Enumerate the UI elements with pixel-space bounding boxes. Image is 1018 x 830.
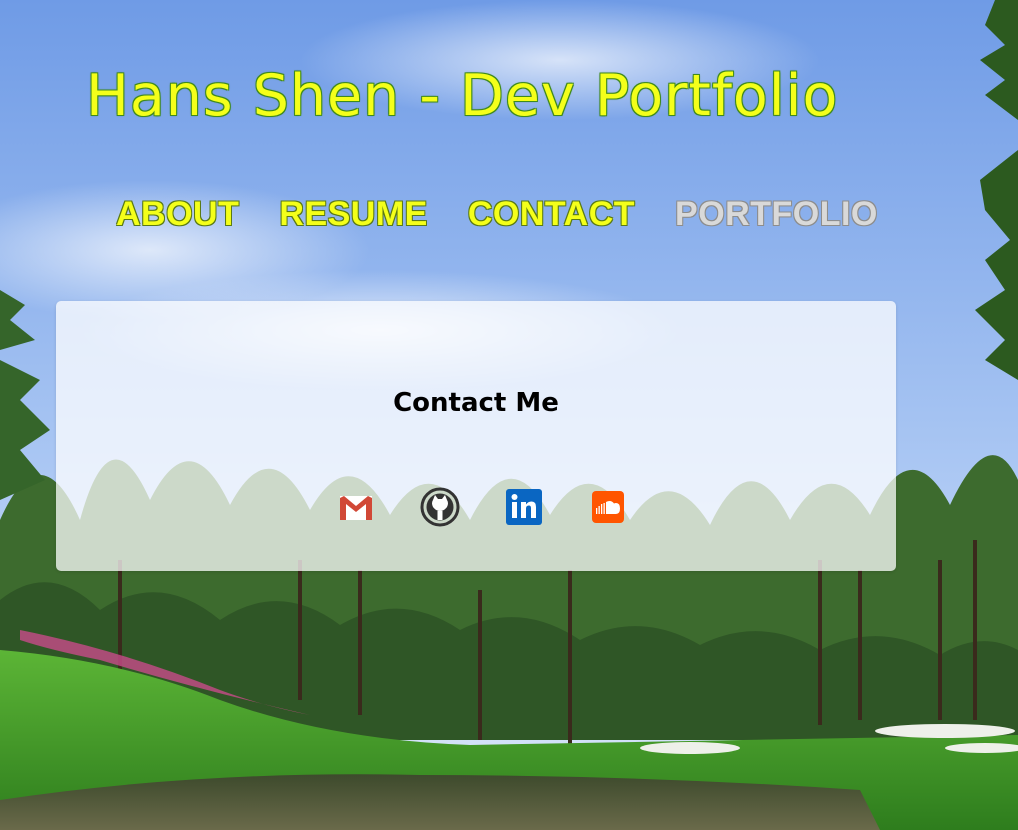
github-icon	[420, 487, 460, 527]
contact-card: Contact Me	[56, 301, 896, 571]
linkedin-link[interactable]	[504, 487, 544, 527]
github-link[interactable]	[420, 487, 460, 527]
gmail-icon	[340, 496, 372, 520]
nav-link-contact[interactable]: CONTACT	[468, 195, 635, 234]
linkedin-icon	[506, 489, 542, 525]
soundcloud-icon	[592, 491, 624, 523]
nav-link-portfolio[interactable]: PORTFOLIO	[675, 195, 878, 234]
gmail-link[interactable]	[336, 487, 376, 527]
nav-link-about[interactable]: ABOUT	[116, 195, 239, 234]
nav-link-resume[interactable]: RESUME	[279, 195, 427, 234]
soundcloud-link[interactable]	[588, 487, 628, 527]
social-links	[336, 487, 628, 527]
contact-heading: Contact Me	[393, 388, 559, 418]
site-title: Hans Shen - Dev Portfolio	[86, 63, 839, 129]
main-nav: ABOUT RESUME CONTACT PORTFOLIO	[116, 192, 878, 236]
